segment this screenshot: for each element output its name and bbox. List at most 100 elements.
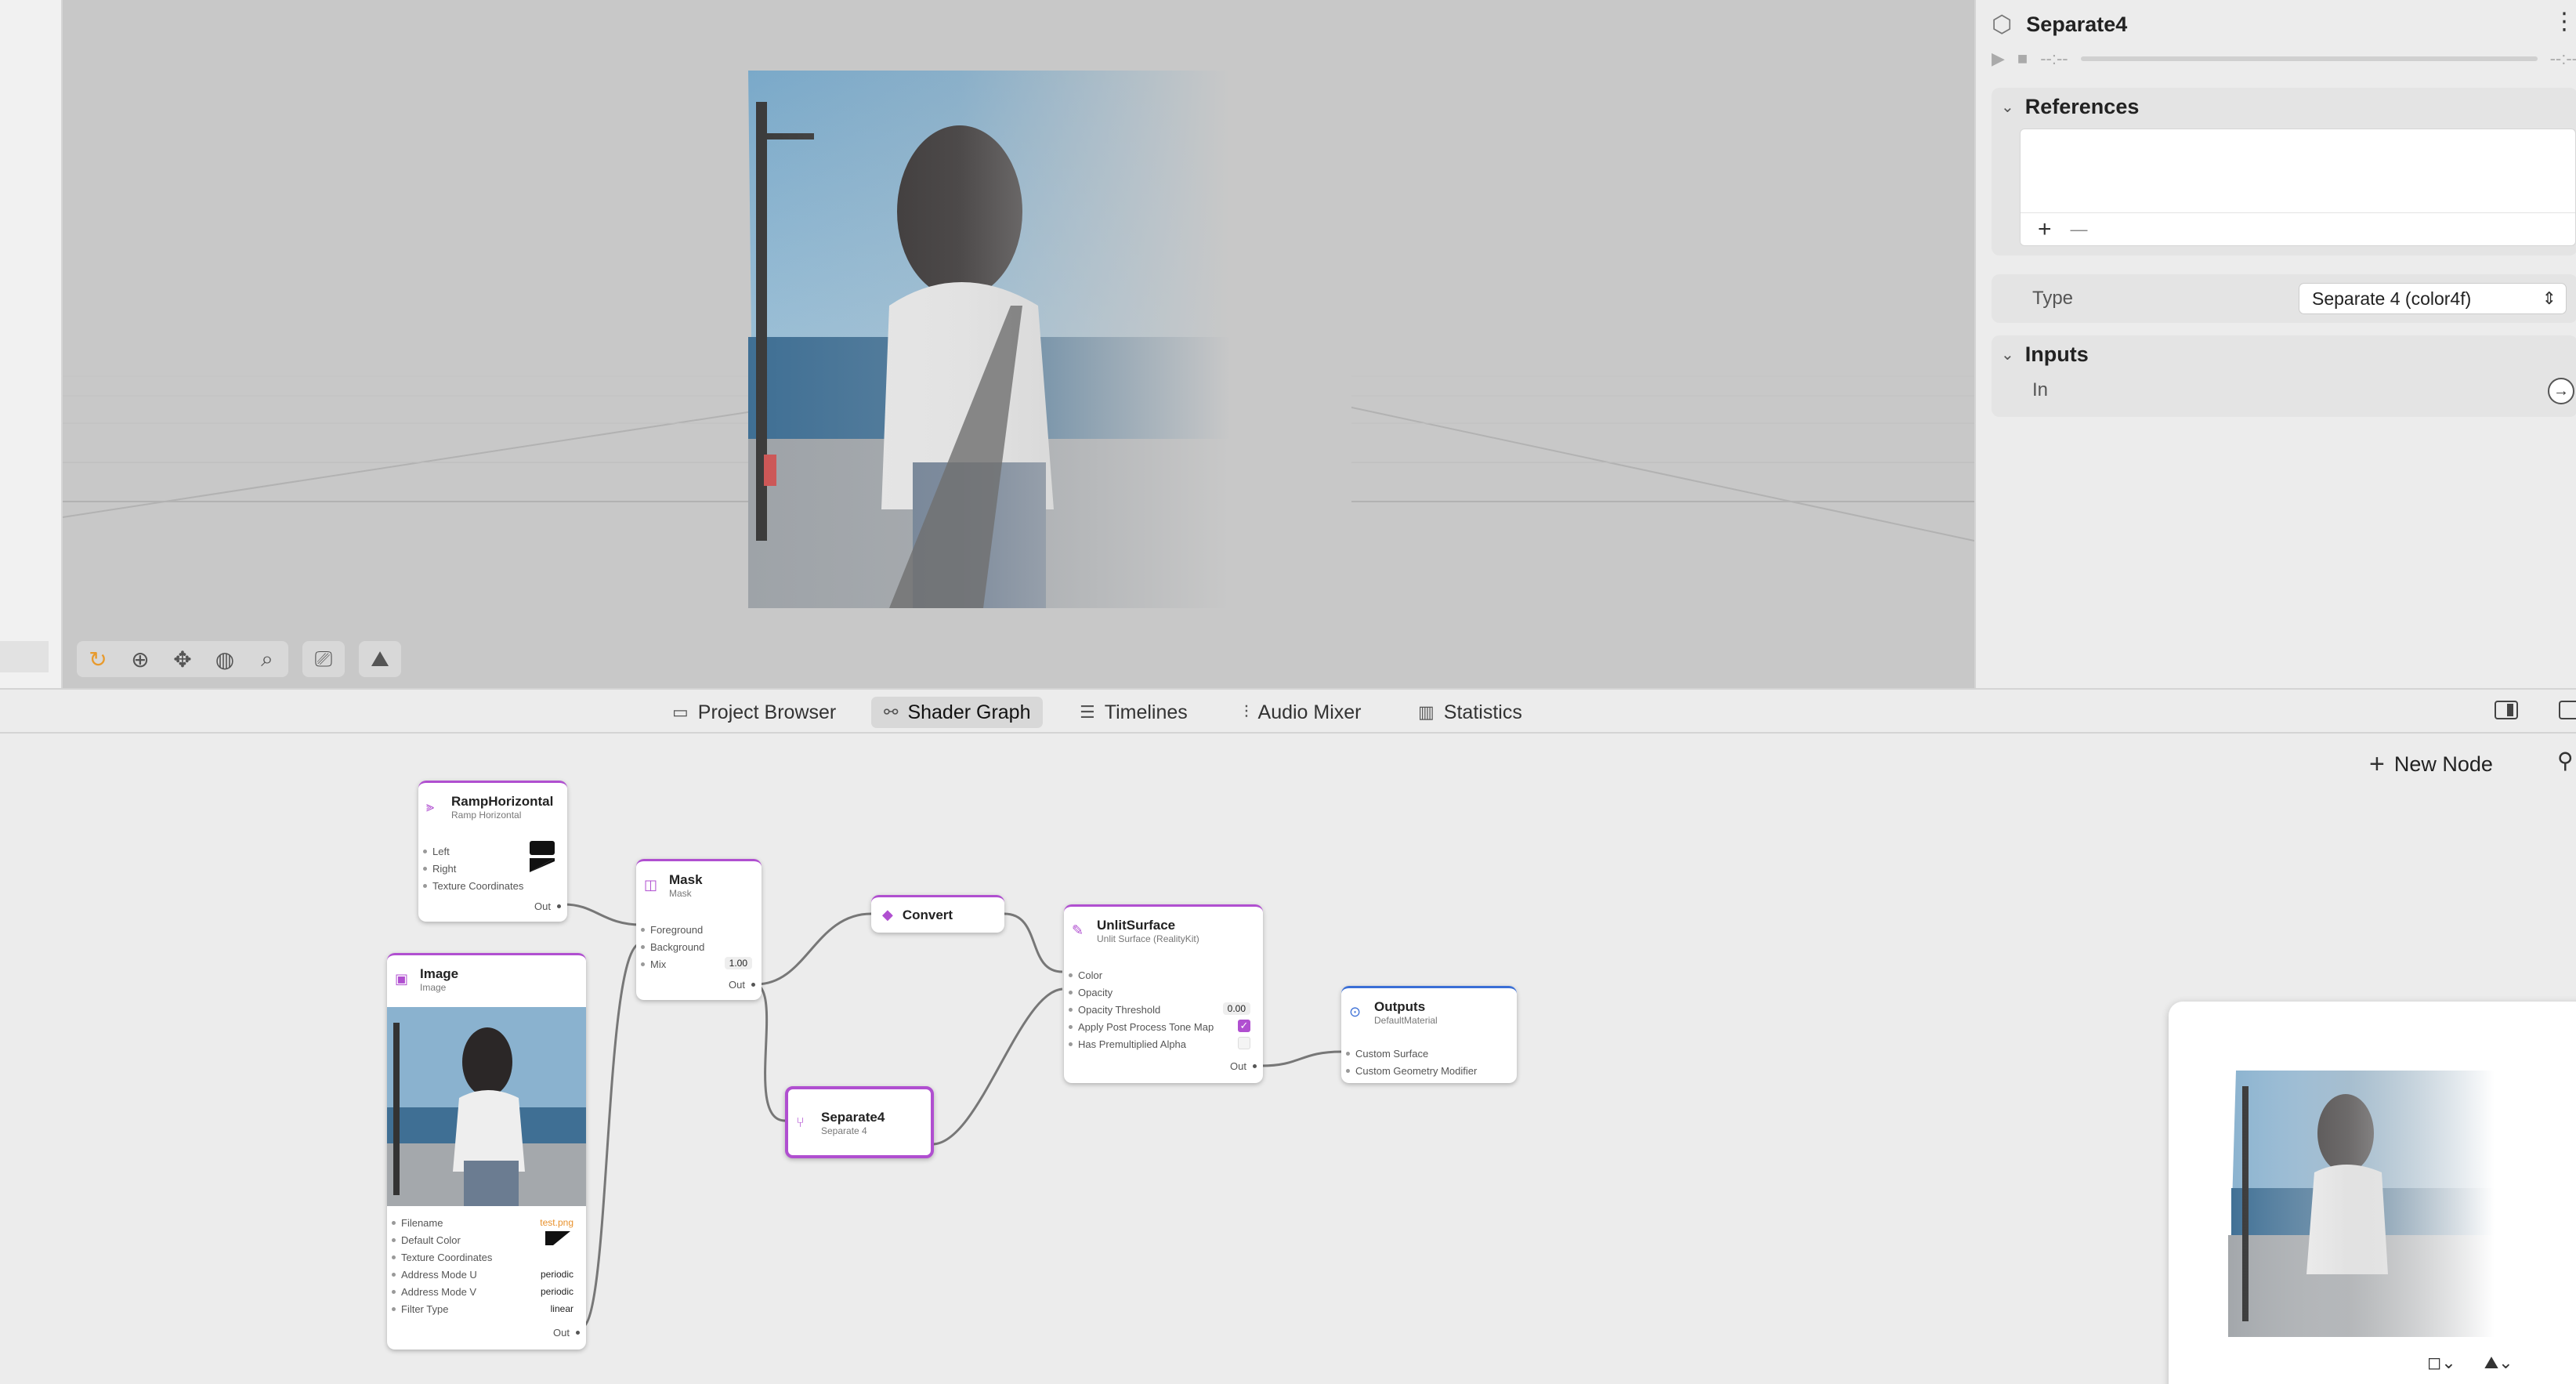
toggle-inspector-icon[interactable] (2495, 701, 2518, 719)
environment-select-icon[interactable]: ⛰⌄ (2484, 1353, 2513, 1373)
node-unlit-surface[interactable]: ✎ UnlitSurface Unlit Surface (RealityKit)… (1064, 904, 1263, 1083)
port-out[interactable]: Out (534, 900, 561, 912)
orbit-tool-icon[interactable]: ↻ (77, 641, 119, 677)
port-right[interactable]: Right (423, 863, 456, 875)
port-default-color[interactable]: Default Color (392, 1234, 461, 1246)
time-end: --:-- (2549, 49, 2576, 68)
new-node-label: New Node (2393, 752, 2493, 776)
filename-value[interactable]: test.png (540, 1217, 573, 1228)
updown-arrows-icon: ⇕ (2542, 288, 2556, 308)
node-image[interactable]: ▣ Image Image Filename test.png Default C… (387, 953, 586, 1350)
inspector-panel: ⬡ Separate4 ⋮ ▶ ■ --:-- --:-- ⌄ Referenc… (1974, 0, 2576, 688)
tab-shader-graph[interactable]: ⚯ Shader Graph (871, 697, 1044, 728)
tab-statistics[interactable]: ▥ Statistics (1406, 697, 1535, 728)
mixer-icon: ⫶ (1244, 702, 1249, 722)
zoom-tool-icon[interactable]: ⌕ (246, 641, 288, 677)
port-address-mode-u[interactable]: Address Mode U (392, 1269, 477, 1281)
image-thumbnail (387, 1007, 586, 1206)
port-filename[interactable]: Filename (392, 1217, 443, 1229)
image-icon: ▣ (395, 971, 409, 987)
tab-project-browser[interactable]: ▭ Project Browser (660, 697, 848, 728)
port-texture-coordinates[interactable]: Texture Coordinates (423, 880, 523, 892)
left-sidebar-strip (0, 0, 63, 688)
port-custom-surface[interactable]: Custom Surface (1346, 1048, 1428, 1060)
port-texture-coordinates[interactable]: Texture Coordinates (392, 1252, 492, 1263)
camera-tool-icon[interactable]: ⎚ (302, 641, 345, 677)
node-header: ⊙ Outputs DefaultMaterial (1349, 999, 1438, 1026)
play-icon[interactable]: ▶ (1992, 49, 2005, 69)
environment-icon[interactable]: ⛰ (359, 641, 401, 677)
inputs-header[interactable]: ⌄ Inputs (1992, 335, 2576, 373)
node-separate4[interactable]: ⑂ Separate4 Separate 4 (785, 1086, 934, 1158)
playback-bar: ▶ ■ --:-- --:-- (1992, 47, 2576, 71)
port-apply-tone-map[interactable]: Apply Post Process Tone Map (1069, 1021, 1214, 1033)
tab-timelines[interactable]: ☰ Timelines (1067, 697, 1200, 728)
type-select[interactable]: Separate 4 (color4f) ⇕ (2299, 283, 2567, 314)
node-outputs[interactable]: ⊙ Outputs DefaultMaterial Custom Surface … (1341, 986, 1517, 1083)
references-list[interactable]: + — (2020, 129, 2576, 246)
stop-icon[interactable]: ■ (2017, 49, 2028, 69)
port-opacity-threshold[interactable]: Opacity Threshold (1069, 1004, 1160, 1016)
toggle-panel-icon[interactable] (2559, 701, 2576, 719)
filter-type-select[interactable]: linear (551, 1303, 573, 1314)
address-mode-u-select[interactable]: periodic (541, 1269, 573, 1280)
mix-value[interactable]: 1.00 (724, 957, 752, 969)
preview-render (2228, 1071, 2495, 1337)
port-color[interactable]: Color (1069, 969, 1102, 981)
mask-icon: ◫ (644, 877, 658, 893)
3d-viewport[interactable]: ↻ ⊕ ✥ ◍ ⌕ ⎚ ⛰ (63, 0, 1974, 688)
premultiplied-alpha-checkbox[interactable] (1238, 1037, 1250, 1049)
tab-audio-mixer[interactable]: ⫶ Audio Mixer (1232, 697, 1374, 728)
inspector-header: ⬡ Separate4 (1992, 11, 2127, 38)
sidebar-selection[interactable] (0, 641, 49, 672)
port-left[interactable]: Left (423, 846, 450, 857)
opacity-threshold-value[interactable]: 0.00 (1222, 1002, 1250, 1015)
node-subtitle: Unlit Surface (RealityKit) (1097, 933, 1199, 944)
references-header[interactable]: ⌄ References (1992, 88, 2576, 125)
node-title: Image (420, 966, 459, 981)
port-foreground[interactable]: Foreground (641, 924, 703, 936)
node-subtitle: DefaultMaterial (1374, 1015, 1438, 1026)
add-reference-button[interactable]: + (2038, 216, 2052, 243)
right-color-swatch[interactable] (530, 858, 555, 872)
node-header: ▣ Image Image (395, 966, 458, 993)
node-title: Mask (669, 872, 703, 887)
more-options-icon[interactable]: ⋮ (2552, 8, 2576, 35)
playback-scrubber[interactable] (2080, 56, 2538, 61)
node-subtitle: Mask (669, 888, 692, 899)
port-out[interactable]: Out (553, 1327, 580, 1339)
preview-toolbar: ◻⌄ ⛰⌄ (2427, 1353, 2513, 1373)
node-header: ◆ Convert (882, 907, 953, 923)
connect-arrow-icon[interactable]: → (2548, 378, 2574, 404)
apply-tone-map-checkbox[interactable]: ✓ (1238, 1020, 1250, 1032)
address-mode-v-select[interactable]: periodic (541, 1286, 573, 1297)
left-color-swatch[interactable] (530, 841, 555, 855)
globe-tool-icon[interactable]: ◍ (204, 641, 246, 677)
port-opacity[interactable]: Opacity (1069, 987, 1113, 998)
port-custom-geometry-modifier[interactable]: Custom Geometry Modifier (1346, 1065, 1477, 1077)
remove-reference-button[interactable]: — (2071, 219, 2088, 240)
node-title: UnlitSurface (1097, 918, 1176, 933)
references-label: References (2024, 94, 2140, 118)
port-out[interactable]: Out (1230, 1060, 1257, 1072)
cube-icon: ⬡ (1992, 12, 2013, 38)
default-color-swatch[interactable] (545, 1231, 570, 1245)
split-icon: ⑂ (796, 1114, 805, 1130)
node-ramp-horizontal[interactable]: ⫸ RampHorizontal Ramp Horizontal Left Rig… (418, 781, 567, 922)
node-mask[interactable]: ◫ Mask Mask Foreground Background Mix 1.0… (636, 859, 762, 1000)
new-node-button[interactable]: + New Node (2369, 749, 2493, 780)
references-section: ⌄ References + — (1992, 88, 2576, 255)
move-tool-icon[interactable]: ✥ (161, 641, 204, 677)
material-preview-window[interactable]: ◻⌄ ⛰⌄ (2169, 1002, 2576, 1384)
node-header: ⫸ RampHorizontal Ramp Horizontal (426, 794, 553, 821)
port-out[interactable]: Out (729, 979, 755, 991)
pin-icon[interactable]: ⚲ (2557, 748, 2574, 774)
shape-select-icon[interactable]: ◻⌄ (2427, 1353, 2456, 1373)
pan-target-tool-icon[interactable]: ⊕ (119, 641, 161, 677)
port-premultiplied-alpha[interactable]: Has Premultiplied Alpha (1069, 1038, 1186, 1050)
port-mix[interactable]: Mix (641, 958, 666, 970)
port-filter-type[interactable]: Filter Type (392, 1303, 448, 1315)
port-background[interactable]: Background (641, 941, 704, 953)
node-convert[interactable]: ◆ Convert (871, 895, 1004, 933)
port-address-mode-v[interactable]: Address Mode V (392, 1286, 476, 1298)
